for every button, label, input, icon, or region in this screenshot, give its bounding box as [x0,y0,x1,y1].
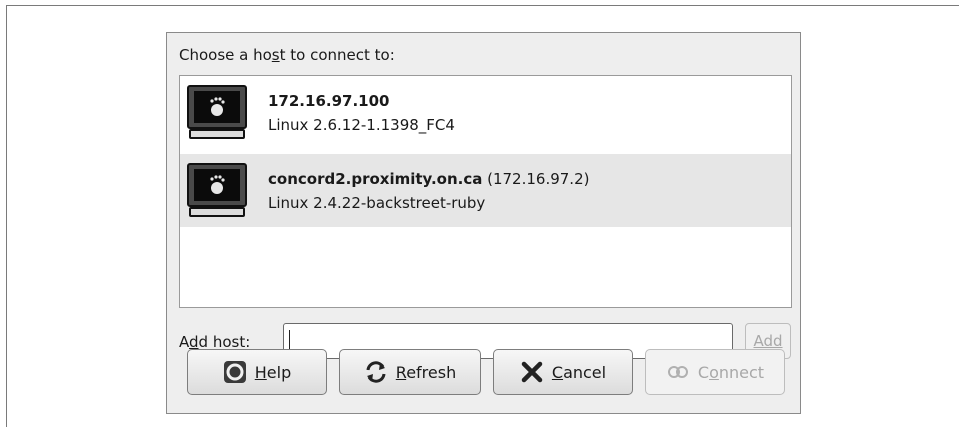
frame-left-border [6,5,7,427]
connect-button-label: Connect [697,362,765,382]
computer-monitor-icon [187,85,247,139]
x-icon [521,361,543,383]
connect-button[interactable]: Connect [645,349,785,395]
refresh-arrows-icon [366,361,386,383]
host-os: Linux 2.4.22-backstreet-ruby [268,194,486,212]
refresh-button[interactable]: Refresh [339,349,481,395]
lifebuoy-icon [223,361,246,383]
cancel-button-label: Cancel [551,362,607,382]
refresh-button-label: Refresh [395,362,457,382]
host-name: 172.16.97.100 [268,92,390,110]
cancel-button[interactable]: Cancel [493,349,633,395]
host-name: concord2.proximity.on.ca (172.16.97.2) [268,170,590,188]
host-item[interactable]: concord2.proximity.on.ca (172.16.97.2) L… [180,154,791,227]
help-button-label: Help [254,362,292,382]
host-list[interactable]: 172.16.97.100 Linux 2.6.12-1.1398_FC4 co… [179,75,792,308]
computer-monitor-icon [187,163,247,217]
host-item[interactable]: 172.16.97.100 Linux 2.6.12-1.1398_FC4 [180,76,791,149]
connect-dialog: Choose a host to connect to: 172.16.97.1… [166,32,801,414]
help-button[interactable]: Help [187,349,327,395]
connect-icon [667,366,688,378]
prompt-label: Choose a host to connect to: [179,46,395,64]
host-os: Linux 2.6.12-1.1398_FC4 [268,116,455,134]
frame-top-border [6,5,959,6]
